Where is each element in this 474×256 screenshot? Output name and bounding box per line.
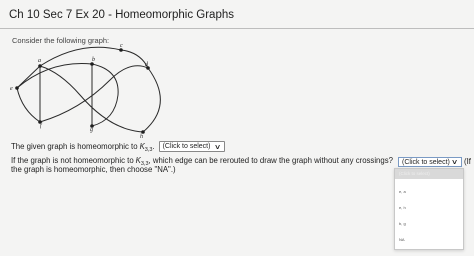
q2-suffix: , which edge can be rerouted to draw the…	[148, 156, 393, 165]
reroute-dropdown-menu: (Click to select) e, a e, h b, g NA	[394, 168, 464, 250]
vertex-label-e: e	[10, 86, 13, 92]
edge-d-h	[142, 67, 161, 133]
vertex-a	[38, 64, 42, 68]
question-homeomorphic: The given graph is homeomorphic to K3,3 …	[11, 141, 225, 153]
q1-math-sub: 3,3	[144, 147, 153, 153]
edge-c-d	[120, 49, 149, 69]
vertex-e	[15, 86, 19, 90]
q1-suffix: .	[152, 142, 155, 151]
dropdown-option[interactable]: e, h	[399, 205, 406, 210]
edge-e-f	[16, 87, 41, 123]
edge-b-curve	[91, 63, 119, 127]
dropdown-header[interactable]: (Click to select)	[395, 169, 463, 179]
homeomorphic-select-value: (Click to select)	[162, 143, 211, 150]
q1-math-k: K	[139, 142, 145, 151]
question-reroute: If the graph is not homeomorphic to K3,3…	[11, 156, 393, 167]
dropdown-option[interactable]: NA	[399, 237, 405, 242]
dropdown-option[interactable]: b, g	[399, 221, 406, 226]
vertex-label-h: h	[140, 134, 143, 140]
vertex-label-g: g	[90, 127, 93, 133]
reroute-select[interactable]: (Click to select) ∨	[398, 157, 462, 167]
q2-prefix: If the graph is not homeomorphic to	[11, 156, 134, 165]
q2-after: (If	[464, 157, 471, 166]
q1-math: K3,3	[139, 142, 153, 153]
vertex-label-a: a	[38, 58, 41, 64]
homeomorphic-select[interactable]: (Click to select) ∨	[158, 141, 225, 152]
chevron-down-icon: ∨	[214, 143, 222, 151]
dropdown-option[interactable]: e, a	[399, 189, 406, 194]
q1-prefix: The given graph is homeomorphic to	[11, 142, 138, 151]
reroute-select-value: (Click to select)	[402, 158, 450, 166]
vertex-label-c: c	[120, 43, 123, 49]
q2-math: K3,3	[136, 156, 149, 167]
q2-line2: the graph is homeomorphic, then choose "…	[11, 165, 176, 174]
vertex-label-f: f	[40, 122, 43, 129]
edge-e-b	[16, 63, 93, 89]
vertex-label-b: b	[92, 57, 95, 63]
chevron-down-icon: ∨	[450, 159, 459, 166]
